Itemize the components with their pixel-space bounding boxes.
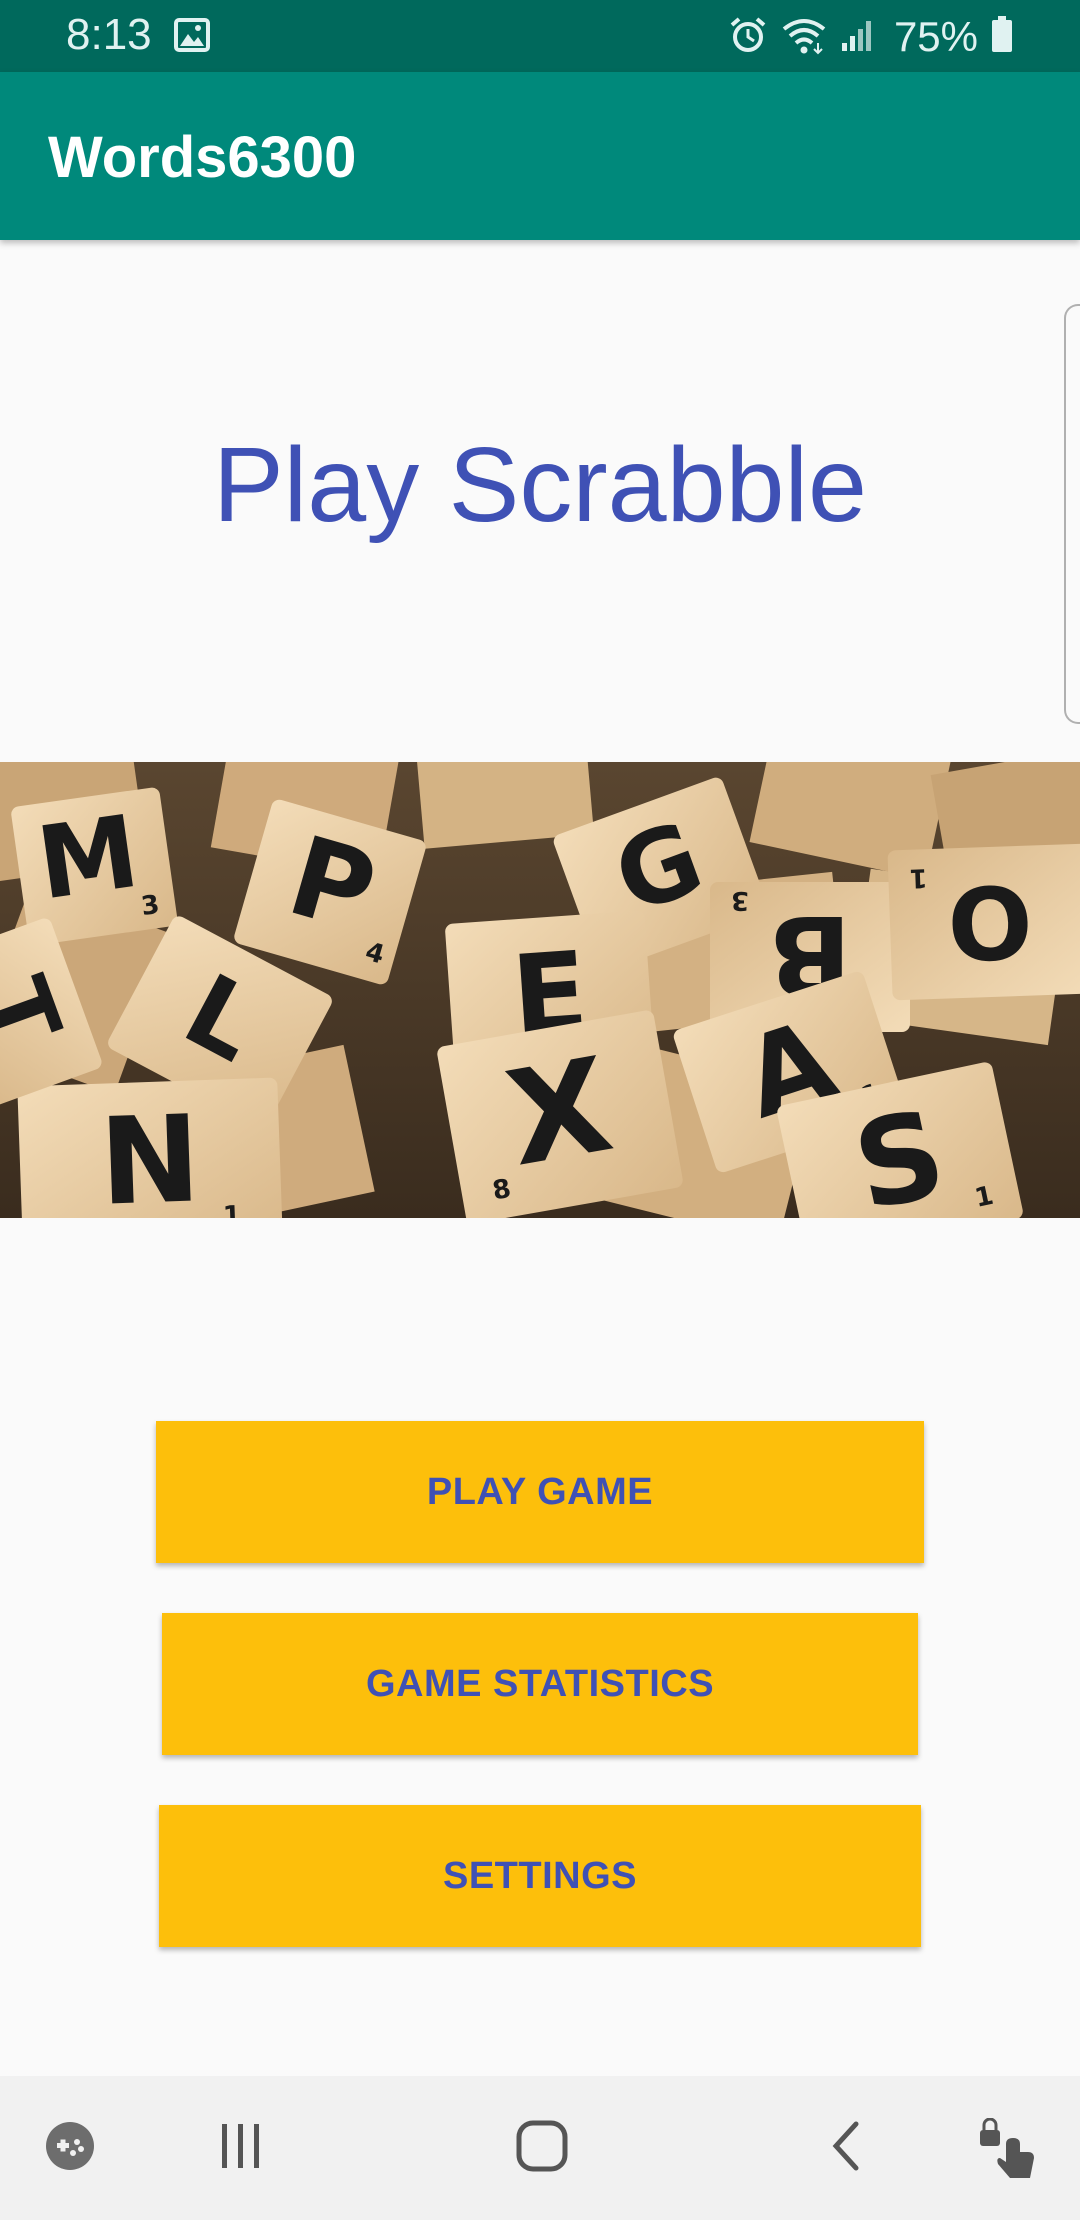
battery-icon (990, 15, 1014, 59)
svg-text:M: M (31, 793, 146, 923)
settings-button[interactable]: SETTINGS (159, 1805, 921, 1947)
battery-percent: 75% (893, 13, 978, 60)
navigation-bar (0, 2076, 1080, 2220)
home-icon[interactable] (514, 2118, 570, 2179)
status-time: 8:13 (66, 10, 152, 59)
svg-text:1: 1 (222, 1201, 241, 1218)
image-notification-icon (174, 18, 210, 57)
app-title: Words6300 (48, 125, 357, 190)
play-game-button[interactable]: PLAY GAME (156, 1421, 924, 1563)
svg-text:N: N (97, 1090, 202, 1218)
page-headline: Play Scrabble (212, 426, 867, 544)
recent-apps-icon[interactable] (216, 2118, 266, 2179)
game-tools-icon[interactable] (42, 2118, 98, 2179)
svg-text:O: O (945, 862, 1034, 982)
cell-signal-icon (840, 17, 876, 58)
game-statistics-button[interactable]: GAME STATISTICS (162, 1613, 918, 1755)
status-bar: 8:13 75% (0, 0, 1080, 72)
alarm-icon (728, 15, 768, 60)
tile-O: O 1 (887, 843, 1080, 1001)
scrabble-tiles-image: M 3 P 4 G 2 L 1 E 1 B 3 O (0, 762, 1080, 1218)
app-bar: Words6300 (0, 72, 1080, 240)
wifi-icon (780, 15, 828, 60)
back-icon[interactable] (822, 2118, 872, 2179)
svg-text:3: 3 (731, 885, 749, 915)
svg-text:1: 1 (909, 862, 928, 893)
touch-lock-icon[interactable] (976, 2117, 1040, 2187)
tile-N: N 1 (17, 1077, 283, 1218)
status-icons: 75% (728, 12, 1014, 62)
